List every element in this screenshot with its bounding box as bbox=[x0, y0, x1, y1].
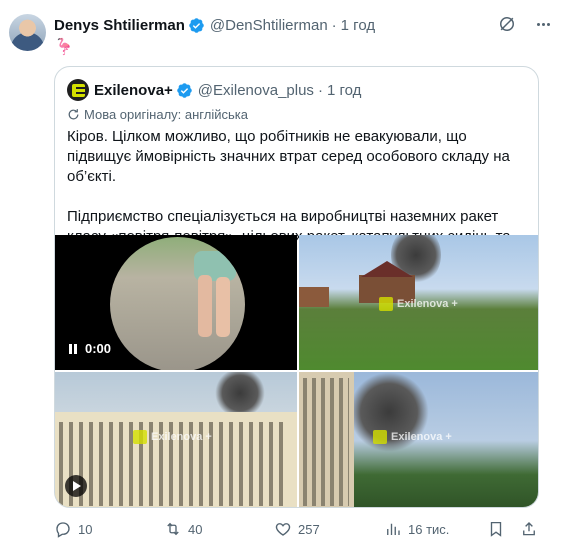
watermark-text: Exilenova + bbox=[397, 298, 458, 310]
watermark-text: Exilenova + bbox=[391, 431, 452, 443]
author-name[interactable]: Denys Shtilierman bbox=[54, 17, 185, 34]
exilenova-logo-icon bbox=[373, 430, 387, 444]
tweet-text: 🦩 bbox=[54, 39, 74, 56]
video-time: 0:00 bbox=[85, 341, 112, 356]
media-grid: 0:00 Exilenova + Exilenova + Exilenova + bbox=[55, 235, 538, 507]
avatar[interactable] bbox=[9, 14, 46, 51]
quote-author-name[interactable]: Exilenova+ bbox=[94, 82, 173, 99]
views-count: 16 тис. bbox=[408, 521, 450, 537]
tweet[interactable]: Denys Shtilierman @DenShtilierman · 1 го… bbox=[0, 0, 567, 560]
round-video-image bbox=[110, 237, 245, 370]
reply-button[interactable]: 10 bbox=[54, 519, 92, 539]
quote-header: Exilenova+ @Exilenova_plus · 1 год bbox=[67, 79, 361, 101]
timestamp[interactable]: 1 год bbox=[341, 17, 375, 34]
grok-icon[interactable] bbox=[497, 14, 517, 34]
watermark-text: Exilenova + bbox=[151, 431, 212, 443]
watermark: Exilenova + bbox=[379, 297, 458, 311]
separator: · bbox=[331, 16, 337, 34]
like-button[interactable]: 257 bbox=[274, 519, 320, 539]
heart-icon bbox=[275, 523, 291, 536]
bookmark-button[interactable] bbox=[487, 519, 511, 539]
reply-icon bbox=[56, 522, 70, 538]
translate-info[interactable]: Мова оригіналу: англійська bbox=[67, 107, 248, 122]
translate-label: Мова оригіналу: англійська bbox=[84, 107, 248, 122]
exilenova-logo-icon bbox=[133, 430, 147, 444]
author-handle[interactable]: @DenShtilierman bbox=[210, 17, 328, 34]
retweet-count: 40 bbox=[188, 521, 203, 537]
more-options-icon[interactable] bbox=[533, 14, 553, 34]
verified-badge-icon bbox=[189, 17, 204, 33]
video-thumbnail[interactable]: Exilenova + bbox=[55, 372, 297, 507]
quote-paragraph: Кіров. Цілком можливо, що робітників не … bbox=[67, 128, 510, 185]
reply-count: 10 bbox=[78, 521, 93, 537]
quote-timestamp[interactable]: 1 год bbox=[327, 82, 361, 99]
retweet-icon bbox=[167, 522, 179, 536]
retweet-button[interactable]: 40 bbox=[164, 519, 202, 539]
pause-icon[interactable] bbox=[69, 343, 77, 354]
quote-author-handle[interactable]: @Exilenova_plus bbox=[198, 82, 314, 99]
play-icon[interactable] bbox=[65, 475, 87, 497]
separator: · bbox=[317, 81, 323, 99]
like-count: 257 bbox=[298, 521, 320, 537]
action-bar: 10 40 257 16 тис. bbox=[54, 519, 554, 539]
watermark: Exilenova + bbox=[373, 430, 452, 444]
bookmark-icon bbox=[490, 521, 502, 537]
verified-badge-icon bbox=[177, 82, 192, 98]
photo-thumbnail[interactable]: Exilenova + bbox=[299, 235, 538, 370]
views-button[interactable]: 16 тис. bbox=[384, 519, 449, 539]
translate-icon bbox=[68, 109, 79, 120]
video-timer: 0:00 bbox=[69, 341, 111, 356]
quoted-tweet[interactable]: Exilenova+ @Exilenova_plus · 1 год Мова … bbox=[54, 66, 539, 508]
video-thumbnail[interactable]: 0:00 bbox=[55, 235, 297, 370]
quote-avatar[interactable] bbox=[67, 79, 89, 101]
share-icon bbox=[523, 522, 535, 536]
views-chart-icon bbox=[387, 523, 400, 535]
share-button[interactable] bbox=[520, 519, 544, 539]
watermark: Exilenova + bbox=[133, 430, 212, 444]
exilenova-logo-icon bbox=[379, 297, 393, 311]
tweet-header: Denys Shtilierman @DenShtilierman · 1 го… bbox=[54, 14, 567, 36]
exilenova-logo-icon bbox=[71, 83, 85, 97]
photo-thumbnail[interactable]: Exilenova + bbox=[299, 372, 538, 507]
